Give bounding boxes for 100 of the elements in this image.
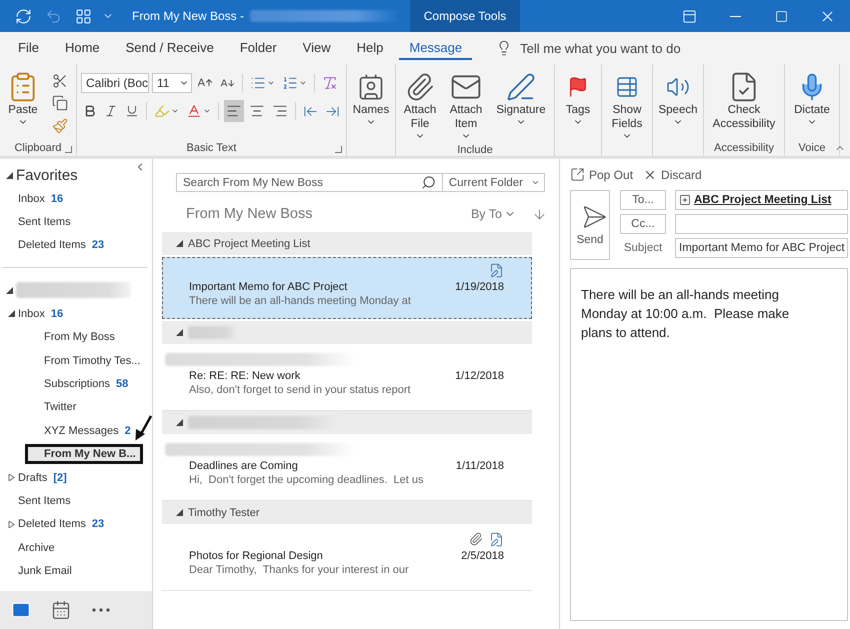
pointer-arrow	[135, 415, 152, 441]
message-body[interactable]: There will be an all-hands meeting Monday at 10:00 a.m. Please make plans to attend.	[570, 268, 848, 621]
search-field[interactable]: Search From My New Boss Current Folder	[176, 173, 545, 192]
dialog-launcher-icon[interactable]	[65, 146, 72, 153]
to-field[interactable]: ABC Project Meeting List	[675, 190, 848, 210]
folder-item[interactable]: Sent Items	[18, 216, 71, 228]
caret-icon	[267, 79, 275, 87]
contact-card-icon	[357, 72, 385, 100]
paperclip-icon	[469, 532, 483, 546]
menu-tab[interactable]: Send / Receive	[116, 36, 224, 60]
subject-label: Subject	[622, 242, 664, 254]
group-label: Clipboard	[14, 142, 62, 154]
align-center-icon	[249, 103, 265, 119]
pen-icon	[506, 72, 536, 102]
group-label: Include	[457, 144, 493, 156]
draft-icon	[489, 532, 504, 546]
folder-item[interactable]: From My Boss	[44, 331, 115, 344]
highlighter-icon	[154, 103, 170, 119]
maximize-icon	[774, 10, 788, 22]
folder-item[interactable]: From Timothy Tes...	[44, 354, 140, 367]
font-name-dropdown[interactable]: Calibri (Boc	[81, 73, 149, 93]
calendar-icon	[51, 600, 71, 620]
sort-button[interactable]: By To	[464, 206, 522, 222]
context-tab-label: Compose Tools	[410, 0, 520, 32]
folder-item[interactable]: From My New B...	[25, 444, 143, 464]
folder-item[interactable]: Sent Items	[18, 494, 71, 507]
menu-tab[interactable]: Home	[54, 36, 110, 60]
underline-icon	[125, 104, 139, 118]
message-item[interactable]: Important Memo for ABC Project 1/19/2018 There will be an all-hands meeting Monday at	[162, 257, 532, 319]
discard-button[interactable]: Discard	[643, 168, 702, 182]
ribbon-button[interactable]: Attach Item	[444, 68, 488, 143]
group-label: Accessibility	[714, 142, 774, 154]
send-button[interactable]: Send	[570, 190, 610, 260]
align-right-icon	[272, 103, 288, 119]
tell-me-field[interactable]: Tell me what you want to do	[520, 40, 681, 56]
ribbon-button[interactable]: Signature	[490, 68, 552, 143]
grid-icon	[74, 8, 92, 24]
folder-title: From My New Boss	[186, 206, 314, 222]
align-left-icon	[226, 103, 242, 119]
menu-tab[interactable]: View	[292, 36, 341, 60]
ribbon-button[interactable]: Speech	[655, 68, 701, 139]
paste-button[interactable]: Paste	[2, 68, 44, 139]
ribbon-display-icon	[682, 8, 696, 24]
caret-icon	[203, 107, 211, 115]
folder-item[interactable]: Archive	[18, 542, 55, 554]
flag-icon	[567, 76, 589, 98]
draft-icon	[489, 262, 504, 278]
blurred-text	[188, 326, 238, 339]
fields-icon	[615, 74, 639, 98]
font-size-dropdown[interactable]: 11	[152, 73, 192, 93]
pop-out-button[interactable]: Pop Out	[570, 167, 634, 182]
folder-item[interactable]: Subscriptions 58	[44, 378, 128, 390]
ribbon-button[interactable]: Show Fields	[604, 68, 650, 143]
ribbon-button[interactable]: Check Accessibility	[706, 68, 782, 139]
ribbon-button[interactable]: Attach File	[398, 68, 442, 143]
subject-field[interactable]: Important Memo for ABC Project	[675, 238, 848, 258]
group-header[interactable]: Timothy Tester	[162, 501, 532, 524]
folder-item[interactable]: Inbox 16	[18, 192, 64, 205]
folder-item[interactable]: Inbox 16	[18, 308, 64, 320]
decrease-indent-icon	[303, 104, 318, 118]
undo-icon	[44, 8, 62, 24]
ribbon-button[interactable]: Tags	[557, 68, 599, 139]
caret-icon	[299, 79, 307, 87]
clear-formatting-icon	[322, 75, 338, 91]
section-heading[interactable]: Favorites	[16, 166, 78, 184]
window-title: From My New Boss -	[132, 9, 244, 23]
ribbon-button[interactable]: Dictate	[787, 68, 837, 139]
increase-indent-icon	[325, 104, 340, 118]
numbered-list-icon	[282, 75, 298, 91]
group-header[interactable]: ABC Project Meeting List	[162, 232, 532, 255]
folder-item[interactable]: Drafts [2]	[18, 472, 67, 484]
ribbon-button[interactable]: Names	[349, 68, 393, 139]
font-color-icon	[186, 103, 202, 119]
cc-button[interactable]: Cc...	[620, 214, 666, 234]
align-button[interactable]	[224, 100, 244, 122]
expand-icon	[679, 194, 691, 206]
copy-icon	[52, 95, 68, 112]
folder-item[interactable]: Junk Email	[18, 565, 72, 578]
more-icon	[92, 608, 110, 612]
menu-tab[interactable]: Help	[346, 36, 394, 60]
menu-tab[interactable]: File	[8, 36, 49, 60]
caret-icon	[531, 178, 540, 187]
group-label: Basic Text	[186, 142, 236, 154]
pop-out-icon	[570, 167, 585, 182]
dialog-launcher-icon[interactable]	[335, 146, 342, 153]
to-button[interactable]: To...	[620, 190, 666, 210]
folder-item[interactable]: Deleted Items 23	[18, 518, 104, 530]
folder-item[interactable]: XYZ Messages 2	[44, 424, 131, 437]
sync-icon	[14, 8, 32, 24]
cc-field[interactable]	[675, 214, 848, 234]
bold-icon	[83, 104, 97, 118]
folder-item[interactable]: Deleted Items 23	[18, 239, 104, 252]
group-label: Voice	[798, 142, 826, 154]
italic-icon	[104, 104, 118, 118]
scissors-icon	[52, 73, 68, 90]
menu-tab[interactable]: Folder	[230, 36, 287, 60]
paperclip-icon	[405, 72, 435, 102]
folder-item[interactable]: Twitter	[44, 401, 76, 414]
menu-tab[interactable]: Message	[399, 36, 472, 60]
caret-icon	[171, 107, 179, 115]
